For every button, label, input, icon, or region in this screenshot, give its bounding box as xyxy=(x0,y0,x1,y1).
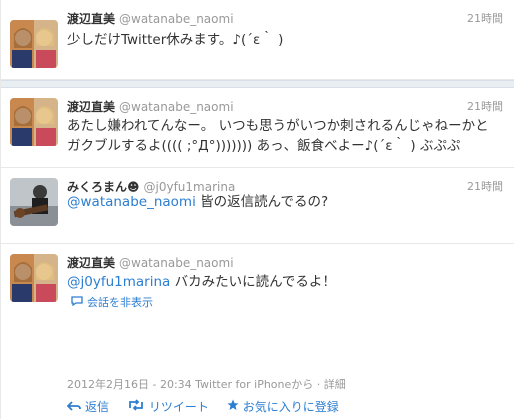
retweet-button[interactable]: リツイート xyxy=(127,398,209,415)
tweet-text: @j0yfu1marina バカみたいに読んでるよ！ xyxy=(67,272,497,292)
reply-button[interactable]: 返信 xyxy=(66,398,110,415)
favorite-label: お気に入りに登録 xyxy=(242,400,339,414)
avatar[interactable] xyxy=(10,178,58,226)
star-icon xyxy=(227,399,239,414)
conversation-icon xyxy=(71,296,83,309)
tweet-3[interactable]: みくろまん☻ @j0yfu1marina 21時間 @watanabe_naomi… xyxy=(1,168,514,244)
tweet-actions: 返信 リツイート お気に入りに登録 xyxy=(66,398,353,415)
reply-label: 返信 xyxy=(85,400,110,414)
avatar[interactable] xyxy=(10,20,58,68)
hide-conversation-label: 会話を非表示 xyxy=(87,296,153,309)
tweet-body: バカみたいに読んでるよ！ xyxy=(170,274,336,290)
avatar[interactable] xyxy=(10,254,58,302)
author-handle[interactable]: @watanabe_naomi xyxy=(119,100,234,114)
hide-conversation-link[interactable]: 会話を非表示 xyxy=(71,294,153,310)
tweet-4-expanded[interactable]: 渡辺直美 @watanabe_naomi @j0yfu1marina バカみたいに… xyxy=(1,244,514,419)
favorite-button[interactable]: お気に入りに登録 xyxy=(227,398,339,415)
tweet-time[interactable]: 21時間 xyxy=(467,98,503,114)
tweet-meta[interactable]: 2012年2月16日 - 20:34 Twitter for iPhoneから … xyxy=(67,376,346,392)
tweet-text: あたし嫌われてんなー。 いつも思うがいつか刺されるんじゃねーかとガクブルするよ(… xyxy=(67,118,489,154)
retweet-icon xyxy=(127,399,145,414)
conversation-separator xyxy=(1,80,514,88)
retweet-label: リツイート xyxy=(148,400,209,414)
tweet-text: 少しだけTwitter休みます。♪(´ε｀ ) xyxy=(67,32,284,48)
tweet-2[interactable]: 渡辺直美 @watanabe_naomi 21時間 あたし嫌われてんなー。 いつも… xyxy=(1,88,514,168)
tweet-body: 皆の返信読んでるの? xyxy=(195,194,329,210)
author-name[interactable]: 渡辺直美 xyxy=(67,256,115,270)
author-name[interactable]: 渡辺直美 xyxy=(67,12,115,26)
author-handle[interactable]: @watanabe_naomi xyxy=(119,12,234,26)
avatar[interactable] xyxy=(10,98,58,146)
author-name[interactable]: 渡辺直美 xyxy=(67,100,115,114)
mention-link[interactable]: @j0yfu1marina xyxy=(67,274,170,290)
reply-icon xyxy=(66,400,81,414)
tweet-text: @watanabe_naomi 皆の返信読んでるの? xyxy=(67,192,497,212)
tweet-1[interactable]: 渡辺直美 @watanabe_naomi 21時間 少しだけTwitter休みます… xyxy=(1,0,514,80)
author-handle[interactable]: @watanabe_naomi xyxy=(119,256,234,270)
tweet-time[interactable]: 21時間 xyxy=(467,10,503,26)
conversation-panel: 渡辺直美 @watanabe_naomi 21時間 少しだけTwitter休みます… xyxy=(0,0,514,419)
mention-link[interactable]: @watanabe_naomi xyxy=(67,194,196,210)
